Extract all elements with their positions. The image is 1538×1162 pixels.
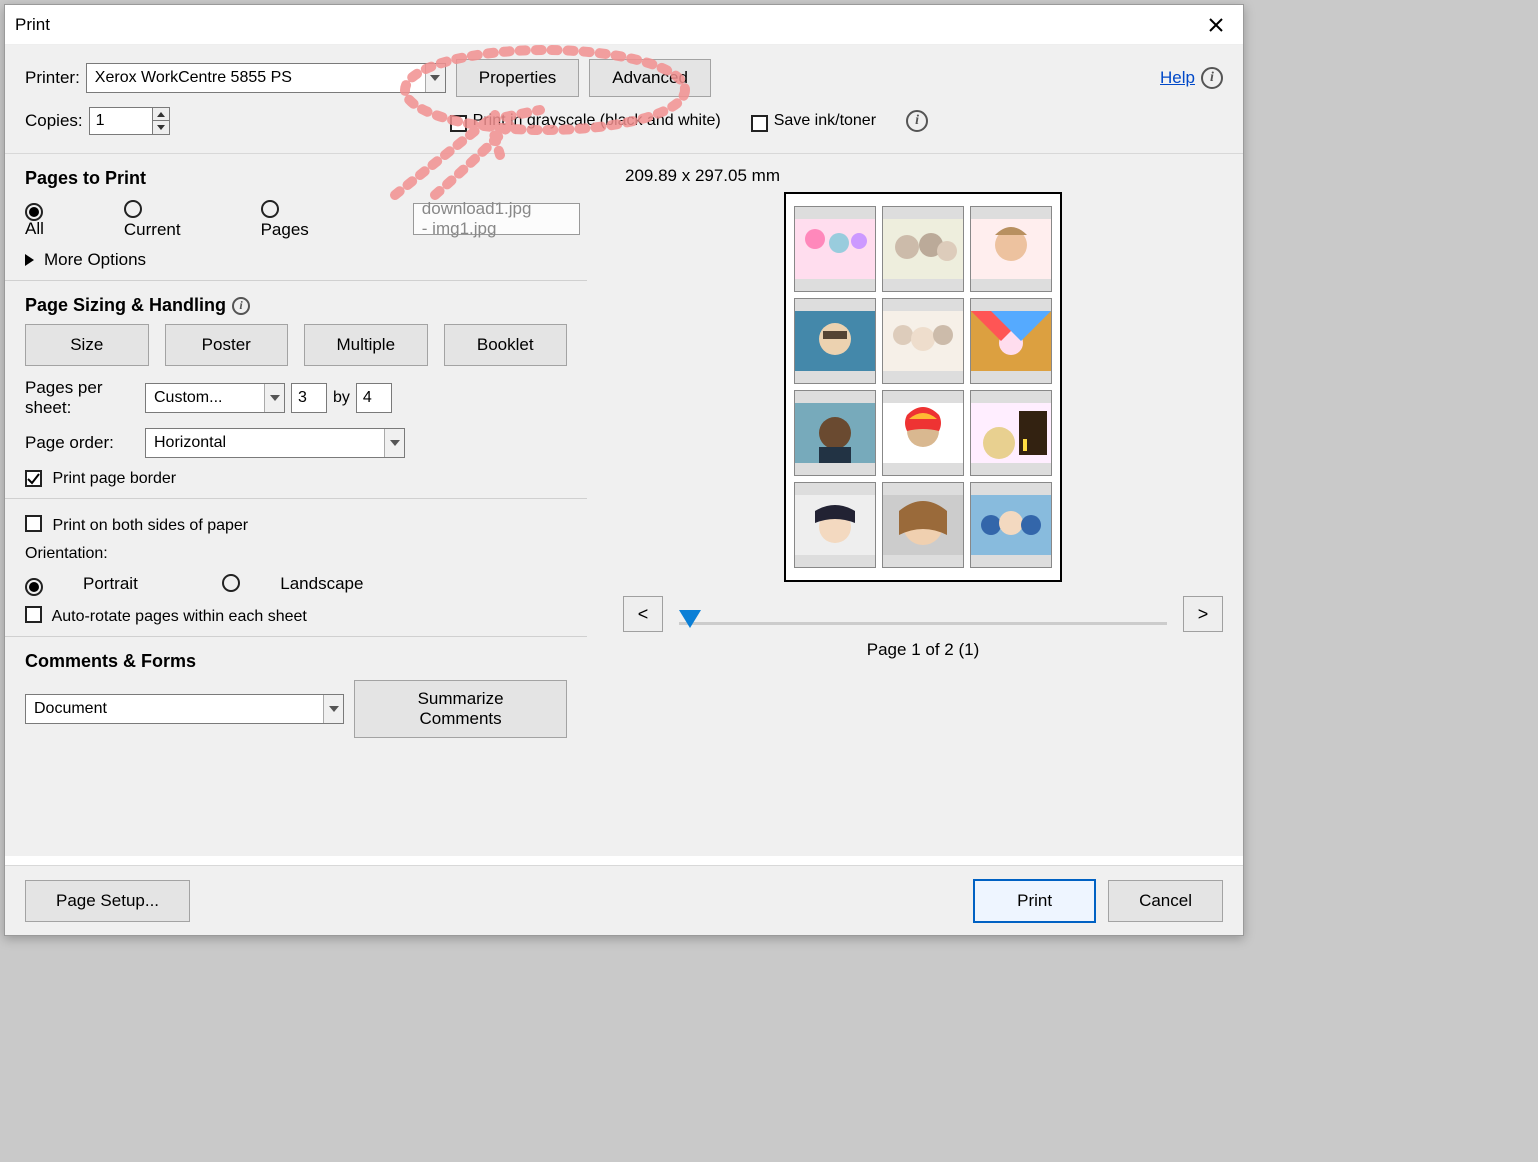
sizing-info-icon[interactable]: i bbox=[232, 297, 250, 315]
comments-select[interactable]: Document bbox=[25, 694, 344, 724]
saveink-checkbox[interactable] bbox=[751, 115, 768, 132]
sizing-title: Page Sizing & Handling bbox=[25, 295, 226, 316]
more-options-toggle[interactable]: More Options bbox=[25, 250, 567, 270]
tab-multiple[interactable]: Multiple bbox=[304, 324, 428, 366]
pps-by-label: by bbox=[333, 389, 350, 407]
page-setup-button[interactable]: Page Setup... bbox=[25, 880, 190, 922]
print-button[interactable]: Print bbox=[973, 879, 1096, 923]
pages-title: Pages to Print bbox=[25, 168, 567, 189]
pages-range-input[interactable]: download1.jpg - img1.jpg bbox=[413, 203, 581, 235]
pages-to-print-section: Pages to Print All Current Pages downloa… bbox=[5, 154, 587, 280]
duplex-checkbox[interactable] bbox=[25, 515, 42, 532]
preview-next-button[interactable]: > bbox=[1183, 596, 1223, 632]
help-link[interactable]: Help bbox=[1160, 68, 1195, 88]
print-dialog: Print Printer: Xerox WorkCentre 5855 PS … bbox=[4, 4, 1244, 936]
saveink-info-icon[interactable]: i bbox=[906, 110, 928, 132]
preview-slider[interactable] bbox=[679, 610, 1167, 618]
copies-label: Copies: bbox=[25, 111, 83, 131]
preview-thumb bbox=[882, 482, 964, 568]
copies-input[interactable]: 1 bbox=[89, 107, 153, 135]
page-preview bbox=[784, 192, 1062, 582]
dialog-footer: Page Setup... Print Cancel bbox=[5, 865, 1243, 935]
chevron-down-icon bbox=[384, 429, 404, 457]
landscape-radio[interactable] bbox=[222, 574, 240, 592]
pps-cols-input[interactable]: 3 bbox=[291, 383, 327, 413]
properties-button[interactable]: Properties bbox=[456, 59, 579, 97]
tab-booklet[interactable]: Booklet bbox=[444, 324, 568, 366]
page-order-label: Page order: bbox=[25, 433, 145, 453]
preview-thumb bbox=[794, 390, 876, 476]
chevron-down-icon bbox=[264, 384, 284, 412]
preview-thumb bbox=[970, 390, 1052, 476]
saveink-label: Save ink/toner bbox=[774, 112, 876, 130]
pages-all-radio[interactable] bbox=[25, 203, 43, 221]
autorotate-checkbox[interactable] bbox=[25, 606, 42, 623]
grayscale-checkbox[interactable] bbox=[450, 115, 467, 132]
close-icon bbox=[1208, 17, 1224, 33]
page-border-checkbox[interactable] bbox=[25, 470, 42, 487]
preview-prev-button[interactable]: < bbox=[623, 596, 663, 632]
preview-dimensions: 209.89 x 297.05 mm bbox=[625, 166, 1223, 186]
preview-column: 209.89 x 297.05 mm < bbox=[587, 154, 1243, 856]
copies-spinner[interactable] bbox=[153, 107, 170, 135]
autorotate-label: Auto-rotate pages within each sheet bbox=[52, 608, 307, 625]
preview-thumb bbox=[794, 298, 876, 384]
pps-rows-input[interactable]: 4 bbox=[356, 383, 392, 413]
options-column: Pages to Print All Current Pages downloa… bbox=[5, 154, 587, 856]
page-order-select[interactable]: Horizontal bbox=[145, 428, 405, 458]
preview-thumb bbox=[794, 206, 876, 292]
preview-thumb bbox=[882, 298, 964, 384]
duplex-section: Print on both sides of paper Orientation… bbox=[5, 498, 587, 636]
pps-label: Pages per sheet: bbox=[25, 378, 145, 418]
preview-thumb bbox=[882, 206, 964, 292]
comments-title: Comments & Forms bbox=[25, 651, 567, 672]
summarize-comments-button[interactable]: Summarize Comments bbox=[354, 680, 567, 738]
page-border-label: Print page border bbox=[52, 470, 176, 487]
preview-thumb bbox=[794, 482, 876, 568]
close-button[interactable] bbox=[1199, 8, 1233, 42]
preview-thumb bbox=[970, 482, 1052, 568]
portrait-radio[interactable] bbox=[25, 578, 43, 596]
preview-thumb bbox=[970, 206, 1052, 292]
grayscale-label: Print in grayscale (black and white) bbox=[473, 112, 721, 130]
preview-thumb bbox=[970, 298, 1052, 384]
title-bar: Print bbox=[5, 5, 1243, 45]
chevron-down-icon bbox=[323, 695, 343, 723]
pages-range-radio[interactable] bbox=[261, 200, 279, 218]
tab-size[interactable]: Size bbox=[25, 324, 149, 366]
printer-select[interactable]: Xerox WorkCentre 5855 PS bbox=[86, 63, 446, 93]
printer-panel: Printer: Xerox WorkCentre 5855 PS Proper… bbox=[5, 45, 1243, 154]
slider-thumb-icon[interactable] bbox=[679, 610, 701, 628]
comments-section: Comments & Forms Document Summarize Comm… bbox=[5, 636, 587, 748]
help-info-icon[interactable]: i bbox=[1201, 67, 1223, 89]
tab-poster[interactable]: Poster bbox=[165, 324, 289, 366]
duplex-label: Print on both sides of paper bbox=[52, 517, 248, 534]
orientation-label: Orientation: bbox=[25, 545, 567, 563]
chevron-down-icon bbox=[425, 64, 445, 92]
preview-thumb bbox=[882, 390, 964, 476]
spinner-down-icon[interactable] bbox=[153, 121, 169, 134]
triangle-right-icon bbox=[25, 254, 34, 266]
pages-current-radio[interactable] bbox=[124, 200, 142, 218]
printer-value: Xerox WorkCentre 5855 PS bbox=[95, 69, 292, 87]
pps-select[interactable]: Custom... bbox=[145, 383, 285, 413]
dialog-title: Print bbox=[15, 15, 50, 35]
spinner-up-icon[interactable] bbox=[153, 108, 169, 121]
cancel-button[interactable]: Cancel bbox=[1108, 880, 1223, 922]
preview-page-status: Page 1 of 2 (1) bbox=[623, 640, 1223, 660]
advanced-button[interactable]: Advanced bbox=[589, 59, 711, 97]
printer-label: Printer: bbox=[25, 68, 80, 88]
page-sizing-section: Page Sizing & Handling i Size Poster Mult… bbox=[5, 280, 587, 498]
